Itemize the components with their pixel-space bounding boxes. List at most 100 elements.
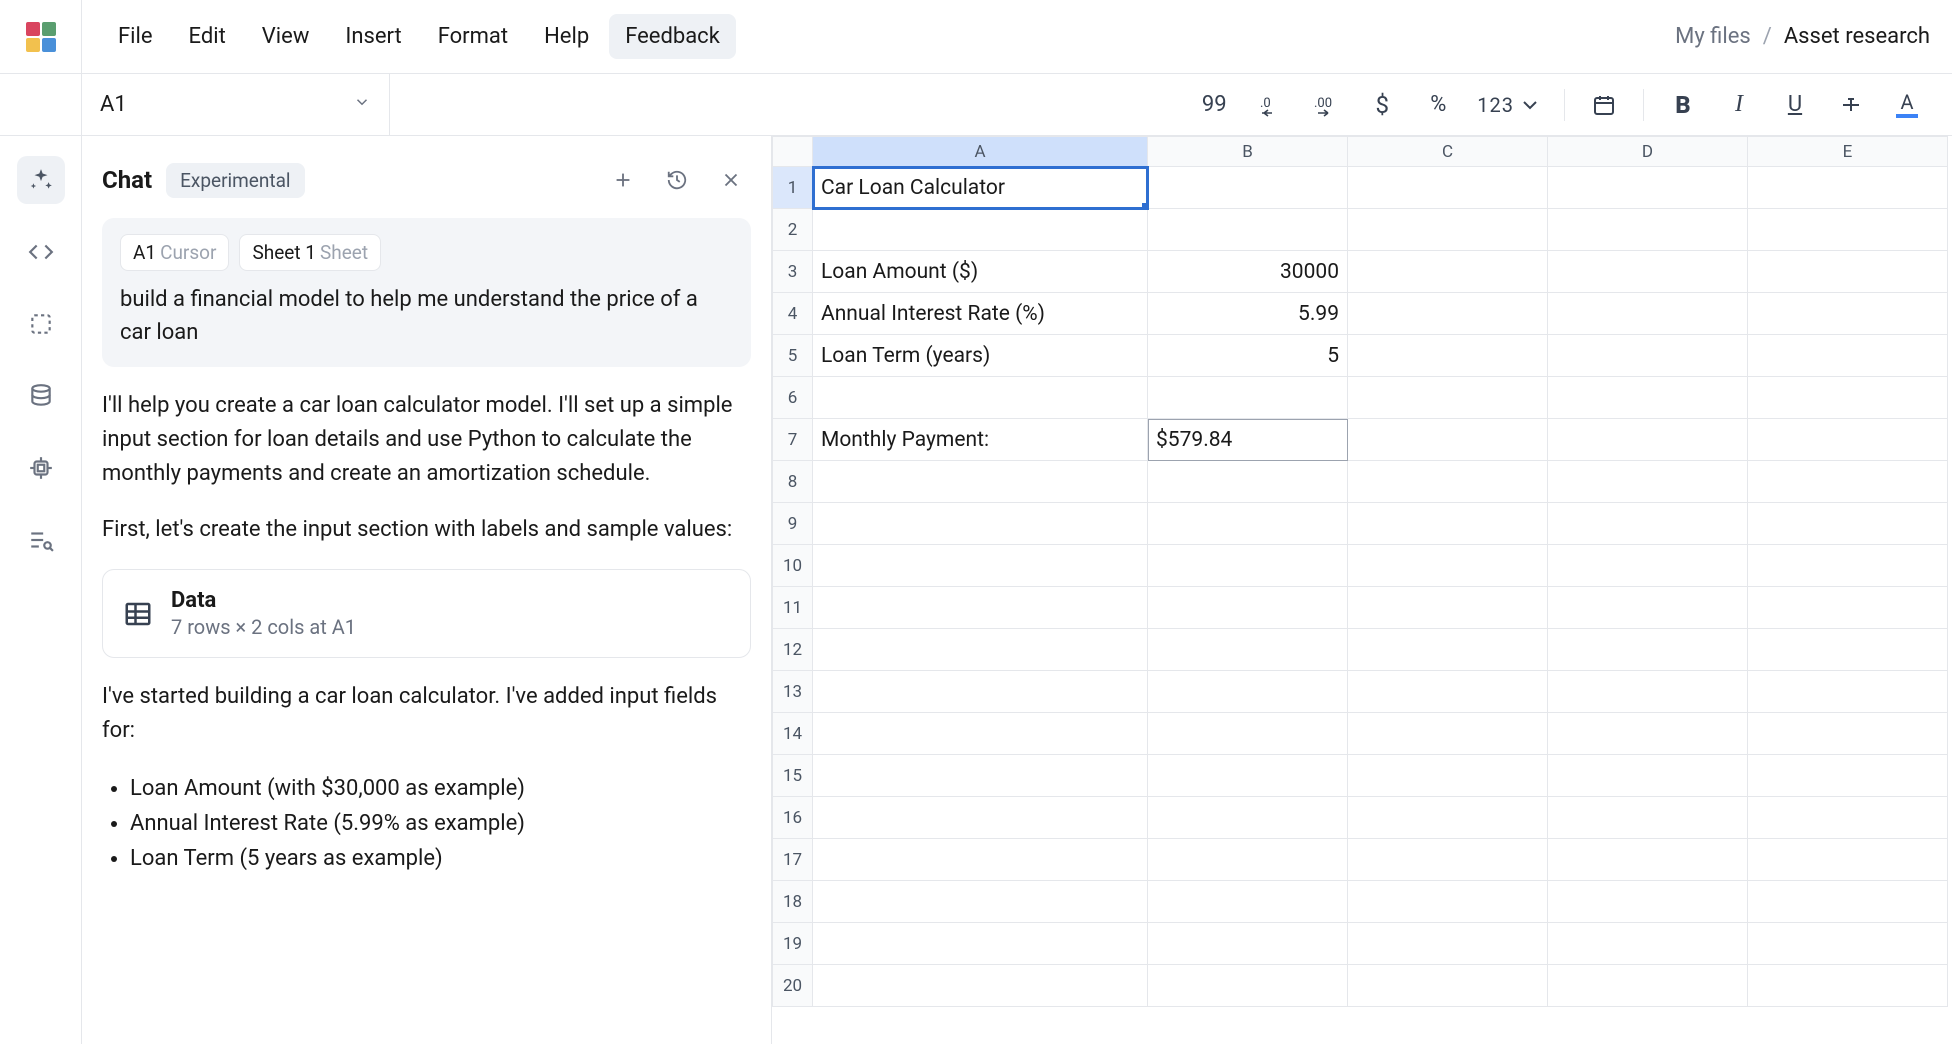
spreadsheet[interactable]: ABCDE1Car Loan Calculator23Loan Amount (… [772, 136, 1952, 1044]
cell-A8[interactable] [813, 461, 1148, 503]
cell-B14[interactable] [1148, 713, 1348, 755]
cell-B8[interactable] [1148, 461, 1348, 503]
cell-A1[interactable]: Car Loan Calculator [813, 167, 1148, 209]
cell-E6[interactable] [1748, 377, 1948, 419]
column-header-D[interactable]: D [1548, 137, 1748, 167]
cell-E8[interactable] [1748, 461, 1948, 503]
cell-A10[interactable] [813, 545, 1148, 587]
cell-E7[interactable] [1748, 419, 1948, 461]
code-button[interactable] [17, 228, 65, 276]
context-chip-sheet[interactable]: Sheet 1Sheet [239, 234, 381, 271]
cell-C10[interactable] [1348, 545, 1548, 587]
cell-E14[interactable] [1748, 713, 1948, 755]
cell-D14[interactable] [1548, 713, 1748, 755]
row-header[interactable]: 4 [773, 293, 813, 335]
cell-E10[interactable] [1748, 545, 1948, 587]
cell-D15[interactable] [1548, 755, 1748, 797]
menu-feedback[interactable]: Feedback [609, 14, 736, 59]
increase-decimal-button[interactable]: .00 [1299, 83, 1353, 127]
cell-B3[interactable]: 30000 [1148, 251, 1348, 293]
cell-E9[interactable] [1748, 503, 1948, 545]
column-header-A[interactable]: A [813, 137, 1148, 167]
cell-B12[interactable] [1148, 629, 1348, 671]
menu-file[interactable]: File [102, 14, 169, 59]
date-format-button[interactable] [1577, 83, 1631, 127]
cell-C3[interactable] [1348, 251, 1548, 293]
cell-D2[interactable] [1548, 209, 1748, 251]
cell-D4[interactable] [1548, 293, 1748, 335]
cell-B9[interactable] [1148, 503, 1348, 545]
row-header[interactable]: 19 [773, 923, 813, 965]
cell-E20[interactable] [1748, 965, 1948, 1007]
menu-edit[interactable]: Edit [173, 14, 242, 59]
italic-button[interactable]: I [1712, 83, 1766, 127]
cell-D10[interactable] [1548, 545, 1748, 587]
cell-B20[interactable] [1148, 965, 1348, 1007]
cell-E1[interactable] [1748, 167, 1948, 209]
cell-A15[interactable] [813, 755, 1148, 797]
more-formats-button[interactable]: 123 [1467, 83, 1552, 127]
cell-A14[interactable] [813, 713, 1148, 755]
search-list-button[interactable] [17, 516, 65, 564]
row-header[interactable]: 10 [773, 545, 813, 587]
cell-E2[interactable] [1748, 209, 1948, 251]
cell-D18[interactable] [1548, 881, 1748, 923]
cell-E11[interactable] [1748, 587, 1948, 629]
column-header-C[interactable]: C [1348, 137, 1548, 167]
row-header[interactable]: 13 [773, 671, 813, 713]
cell-C7[interactable] [1348, 419, 1548, 461]
menu-insert[interactable]: Insert [329, 14, 417, 59]
row-header[interactable]: 6 [773, 377, 813, 419]
cell-C14[interactable] [1348, 713, 1548, 755]
database-button[interactable] [17, 372, 65, 420]
cell-D19[interactable] [1548, 923, 1748, 965]
cell-E16[interactable] [1748, 797, 1948, 839]
row-header[interactable]: 5 [773, 335, 813, 377]
cell-B11[interactable] [1148, 587, 1348, 629]
row-header[interactable]: 8 [773, 461, 813, 503]
chip-button[interactable] [17, 444, 65, 492]
cell-E13[interactable] [1748, 671, 1948, 713]
select-region-button[interactable] [17, 300, 65, 348]
close-chat-button[interactable] [711, 160, 751, 200]
cell-A7[interactable]: Monthly Payment: [813, 419, 1148, 461]
strikethrough-button[interactable] [1824, 83, 1878, 127]
breadcrumb-current[interactable]: Asset research [1784, 24, 1930, 49]
cell-E19[interactable] [1748, 923, 1948, 965]
row-header[interactable]: 12 [773, 629, 813, 671]
row-header[interactable]: 9 [773, 503, 813, 545]
menu-view[interactable]: View [246, 14, 326, 59]
cell-C4[interactable] [1348, 293, 1548, 335]
cell-B18[interactable] [1148, 881, 1348, 923]
row-header[interactable]: 15 [773, 755, 813, 797]
cell-D12[interactable] [1548, 629, 1748, 671]
cell-A2[interactable] [813, 209, 1148, 251]
cell-A11[interactable] [813, 587, 1148, 629]
row-header[interactable]: 2 [773, 209, 813, 251]
cell-B17[interactable] [1148, 839, 1348, 881]
cell-B6[interactable] [1148, 377, 1348, 419]
menu-help[interactable]: Help [528, 14, 605, 59]
column-header-E[interactable]: E [1748, 137, 1948, 167]
cell-E5[interactable] [1748, 335, 1948, 377]
cell-D5[interactable] [1548, 335, 1748, 377]
cell-D11[interactable] [1548, 587, 1748, 629]
cell-A9[interactable] [813, 503, 1148, 545]
cell-A17[interactable] [813, 839, 1148, 881]
cell-C5[interactable] [1348, 335, 1548, 377]
row-header[interactable]: 11 [773, 587, 813, 629]
row-header[interactable]: 14 [773, 713, 813, 755]
cell-C17[interactable] [1348, 839, 1548, 881]
row-header[interactable]: 3 [773, 251, 813, 293]
cell-A4[interactable]: Annual Interest Rate (%) [813, 293, 1148, 335]
cell-D3[interactable] [1548, 251, 1748, 293]
select-all-corner[interactable] [773, 137, 813, 167]
cell-B10[interactable] [1148, 545, 1348, 587]
cell-E4[interactable] [1748, 293, 1948, 335]
cell-B4[interactable]: 5.99 [1148, 293, 1348, 335]
cell-C18[interactable] [1348, 881, 1548, 923]
breadcrumb-root[interactable]: My files [1675, 24, 1751, 49]
cell-A16[interactable] [813, 797, 1148, 839]
row-header[interactable]: 7 [773, 419, 813, 461]
cell-C8[interactable] [1348, 461, 1548, 503]
